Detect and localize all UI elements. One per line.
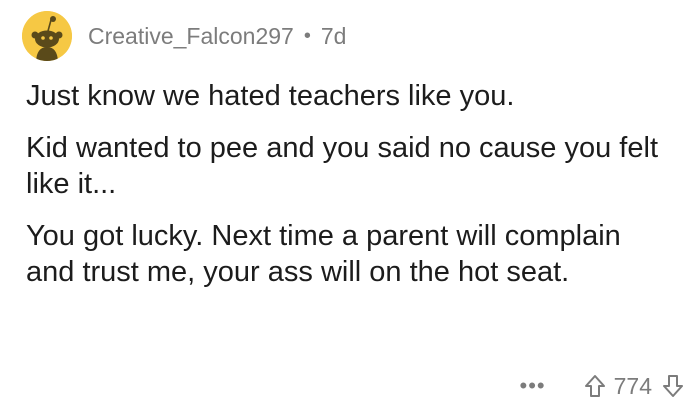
comment-actions: ••• 774	[520, 368, 684, 404]
meta-separator: •	[303, 24, 311, 47]
comment-paragraph: Kid wanted to pee and you said no cause …	[26, 132, 658, 200]
comment-body: Just know we hated teachers like you. Ki…	[26, 78, 676, 290]
comment-header: Creative_Falcon297 • 7d	[22, 11, 346, 61]
comment-meta: Creative_Falcon297 • 7d	[88, 23, 346, 50]
vote-score: 774	[613, 372, 652, 399]
more-options-button[interactable]: •••	[520, 373, 546, 399]
downvote-button[interactable]	[662, 374, 684, 398]
upvote-button[interactable]	[584, 374, 606, 398]
username-link[interactable]: Creative_Falcon297	[88, 23, 294, 50]
downvote-arrow-icon	[663, 375, 683, 397]
upvote-arrow-icon	[584, 375, 605, 397]
comment: Creative_Falcon297 • 7d Just know we hat…	[0, 0, 700, 415]
reddit-snoo-icon	[22, 11, 72, 61]
comment-paragraph: Just know we hated teachers like you.	[26, 80, 515, 112]
avatar[interactable]	[22, 11, 72, 61]
comment-paragraph: You got lucky. Next time a parent will c…	[26, 220, 621, 288]
comment-age: 7d	[320, 22, 347, 49]
